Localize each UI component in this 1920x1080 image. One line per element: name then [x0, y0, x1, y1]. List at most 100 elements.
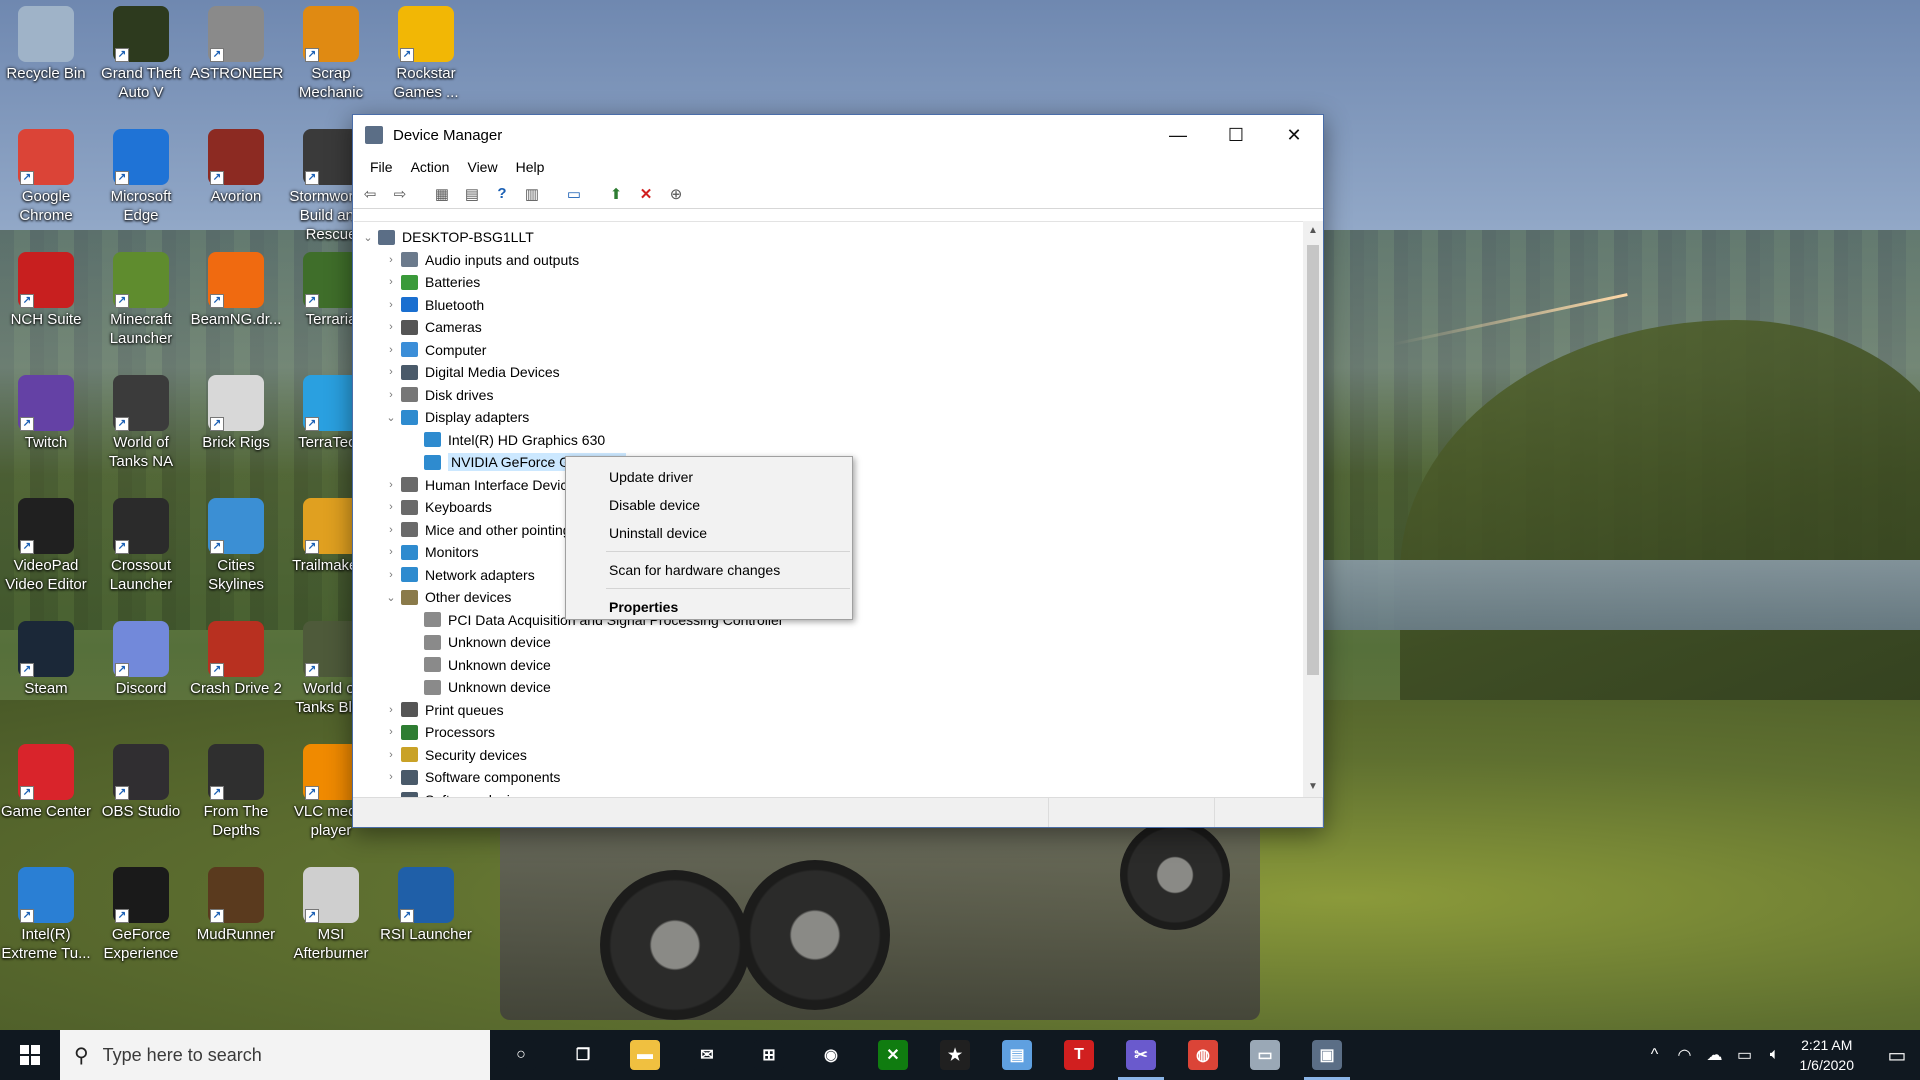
- tree-category[interactable]: › Cameras: [354, 316, 1303, 339]
- desktop-shortcut[interactable]: ↗ Rockstar Games ...: [380, 0, 472, 102]
- taskbar-app-button[interactable]: T: [1048, 1030, 1110, 1080]
- taskbar-app-button[interactable]: ▣: [1296, 1030, 1358, 1080]
- search-box[interactable]: ⚲ Type here to search: [60, 1030, 490, 1080]
- expand-chevron-icon[interactable]: ›: [381, 366, 401, 378]
- desktop-shortcut[interactable]: ↗ Crossout Launcher: [95, 492, 187, 594]
- tree-device[interactable]: Unknown device: [354, 631, 1303, 654]
- taskbar-app-button[interactable]: ✉: [676, 1030, 738, 1080]
- expand-chevron-icon[interactable]: ›: [381, 749, 401, 761]
- title-bar[interactable]: Device Manager — ☐ ✕: [353, 115, 1323, 155]
- tree-category[interactable]: › Print queues: [354, 699, 1303, 722]
- context-menu-item[interactable]: Update driver: [566, 463, 852, 491]
- collapse-chevron-icon[interactable]: ⌄: [381, 591, 401, 604]
- desktop-shortcut[interactable]: ↗ Game Center: [0, 738, 92, 821]
- properties-icon[interactable]: ▤: [459, 182, 485, 206]
- tree-device[interactable]: Unknown device: [354, 676, 1303, 699]
- tree-category[interactable]: ⌄ Display adapters: [354, 406, 1303, 429]
- taskbar-app-button[interactable]: ⊞: [738, 1030, 800, 1080]
- onedrive-icon[interactable]: ☁: [1700, 1045, 1730, 1065]
- menu-help[interactable]: Help: [507, 159, 554, 175]
- collapse-chevron-icon[interactable]: ⌄: [381, 411, 401, 424]
- tree-category[interactable]: › Bluetooth: [354, 294, 1303, 317]
- expand-chevron-icon[interactable]: ›: [381, 299, 401, 311]
- desktop-shortcut[interactable]: ↗ Intel(R) Extreme Tu...: [0, 861, 92, 963]
- expand-chevron-icon[interactable]: ›: [381, 704, 401, 716]
- taskbar-app-button[interactable]: ○: [490, 1030, 552, 1080]
- desktop-shortcut[interactable]: ↗ Cities Skylines: [190, 492, 282, 594]
- clock[interactable]: 2:21 AM 1/6/2020: [1800, 1035, 1855, 1075]
- desktop-shortcut[interactable]: ↗ MSI Afterburner: [285, 861, 377, 963]
- start-button[interactable]: [0, 1030, 60, 1080]
- expand-chevron-icon[interactable]: ›: [381, 479, 401, 491]
- context-menu-item[interactable]: Uninstall device: [566, 519, 852, 547]
- uninstall-device-icon[interactable]: ✕: [633, 182, 659, 206]
- desktop-shortcut[interactable]: ↗ Google Chrome: [0, 123, 92, 225]
- collapse-chevron-icon[interactable]: ⌄: [358, 231, 378, 244]
- taskbar-app-button[interactable]: ◍: [1172, 1030, 1234, 1080]
- desktop-shortcut[interactable]: ↗ ASTRONEER: [190, 0, 283, 83]
- tree-category[interactable]: › Digital Media Devices: [354, 361, 1303, 384]
- desktop-shortcut[interactable]: ↗ Discord: [95, 615, 187, 698]
- desktop-shortcut[interactable]: ↗ VideoPad Video Editor: [0, 492, 92, 594]
- desktop-shortcut[interactable]: ↗ Microsoft Edge: [95, 123, 187, 225]
- scroll-down-icon[interactable]: ▼: [1303, 777, 1323, 797]
- desktop-shortcut[interactable]: ↗ Crash Drive 2: [190, 615, 282, 698]
- context-menu-item[interactable]: Scan for hardware changes: [566, 556, 852, 584]
- vertical-scrollbar[interactable]: ▲ ▼: [1303, 221, 1323, 797]
- tree-category[interactable]: › Audio inputs and outputs: [354, 249, 1303, 272]
- expand-chevron-icon[interactable]: ›: [381, 389, 401, 401]
- taskbar-app-button[interactable]: ★: [924, 1030, 986, 1080]
- desktop-shortcut[interactable]: ↗ Steam: [0, 615, 92, 698]
- show-hidden-icons-icon[interactable]: ^: [1640, 1046, 1670, 1064]
- taskbar-app-button[interactable]: ❐: [552, 1030, 614, 1080]
- tree-category[interactable]: › Security devices: [354, 744, 1303, 767]
- context-menu-item[interactable]: Properties: [566, 593, 852, 621]
- taskbar-app-button[interactable]: ▭: [1234, 1030, 1296, 1080]
- expand-chevron-icon[interactable]: ›: [381, 501, 401, 513]
- expand-chevron-icon[interactable]: ›: [381, 254, 401, 266]
- expand-chevron-icon[interactable]: ›: [381, 771, 401, 783]
- maximize-button[interactable]: ☐: [1207, 115, 1265, 155]
- desktop-shortcut[interactable]: ↗ GeForce Experience: [95, 861, 187, 963]
- tree-root[interactable]: ⌄ DESKTOP-BSG1LLT: [354, 226, 1303, 249]
- expand-chevron-icon[interactable]: ›: [381, 276, 401, 288]
- forward-icon[interactable]: ⇨: [387, 182, 413, 206]
- expand-chevron-icon[interactable]: ›: [381, 344, 401, 356]
- menu-file[interactable]: File: [361, 159, 402, 175]
- close-button[interactable]: ✕: [1265, 115, 1323, 155]
- expand-chevron-icon[interactable]: ›: [381, 569, 401, 581]
- menu-view[interactable]: View: [458, 159, 506, 175]
- expand-chevron-icon[interactable]: ›: [381, 726, 401, 738]
- scroll-thumb[interactable]: [1307, 245, 1319, 675]
- desktop-shortcut[interactable]: ↗ RSI Launcher: [380, 861, 472, 944]
- taskbar-app-button[interactable]: ✕: [862, 1030, 924, 1080]
- desktop-shortcut[interactable]: ↗ Scrap Mechanic: [285, 0, 377, 102]
- scroll-up-icon[interactable]: ▲: [1303, 221, 1323, 241]
- tree-category[interactable]: › Batteries: [354, 271, 1303, 294]
- desktop-shortcut[interactable]: ↗ OBS Studio: [95, 738, 187, 821]
- tree-category[interactable]: › Disk drives: [354, 384, 1303, 407]
- desktop-shortcut[interactable]: ↗ Grand Theft Auto V: [95, 0, 187, 102]
- expand-chevron-icon[interactable]: ›: [381, 546, 401, 558]
- desktop-shortcut[interactable]: ↗ Minecraft Launcher: [95, 246, 187, 348]
- battery-icon[interactable]: ▭: [1730, 1045, 1760, 1065]
- scan-hardware-icon[interactable]: ▭: [561, 182, 587, 206]
- wifi-icon[interactable]: ◠: [1670, 1045, 1700, 1065]
- tree-device[interactable]: Intel(R) HD Graphics 630: [354, 429, 1303, 452]
- taskbar-app-button[interactable]: ✂: [1110, 1030, 1172, 1080]
- taskbar-app-button[interactable]: ▬: [614, 1030, 676, 1080]
- desktop-shortcut[interactable]: ↗ Brick Rigs: [190, 369, 282, 452]
- action-pane-icon[interactable]: ▥: [519, 182, 545, 206]
- tree-category[interactable]: › Computer: [354, 339, 1303, 362]
- desktop-shortcut[interactable]: ↗ Avorion: [190, 123, 282, 206]
- back-icon[interactable]: ⇦: [357, 182, 383, 206]
- context-menu-item[interactable]: Disable device: [566, 491, 852, 519]
- tree-category[interactable]: ›Software devices: [354, 789, 1303, 797]
- desktop-shortcut[interactable]: ↗ Twitch: [0, 369, 92, 452]
- volume-icon[interactable]: 🔈︎: [1760, 1046, 1790, 1064]
- desktop-shortcut[interactable]: ↗ NCH Suite: [0, 246, 92, 329]
- tree-category[interactable]: › Software components: [354, 766, 1303, 789]
- taskbar-app-button[interactable]: ◉: [800, 1030, 862, 1080]
- download-icon[interactable]: ⊕: [663, 182, 689, 206]
- help-icon[interactable]: ?: [489, 182, 515, 206]
